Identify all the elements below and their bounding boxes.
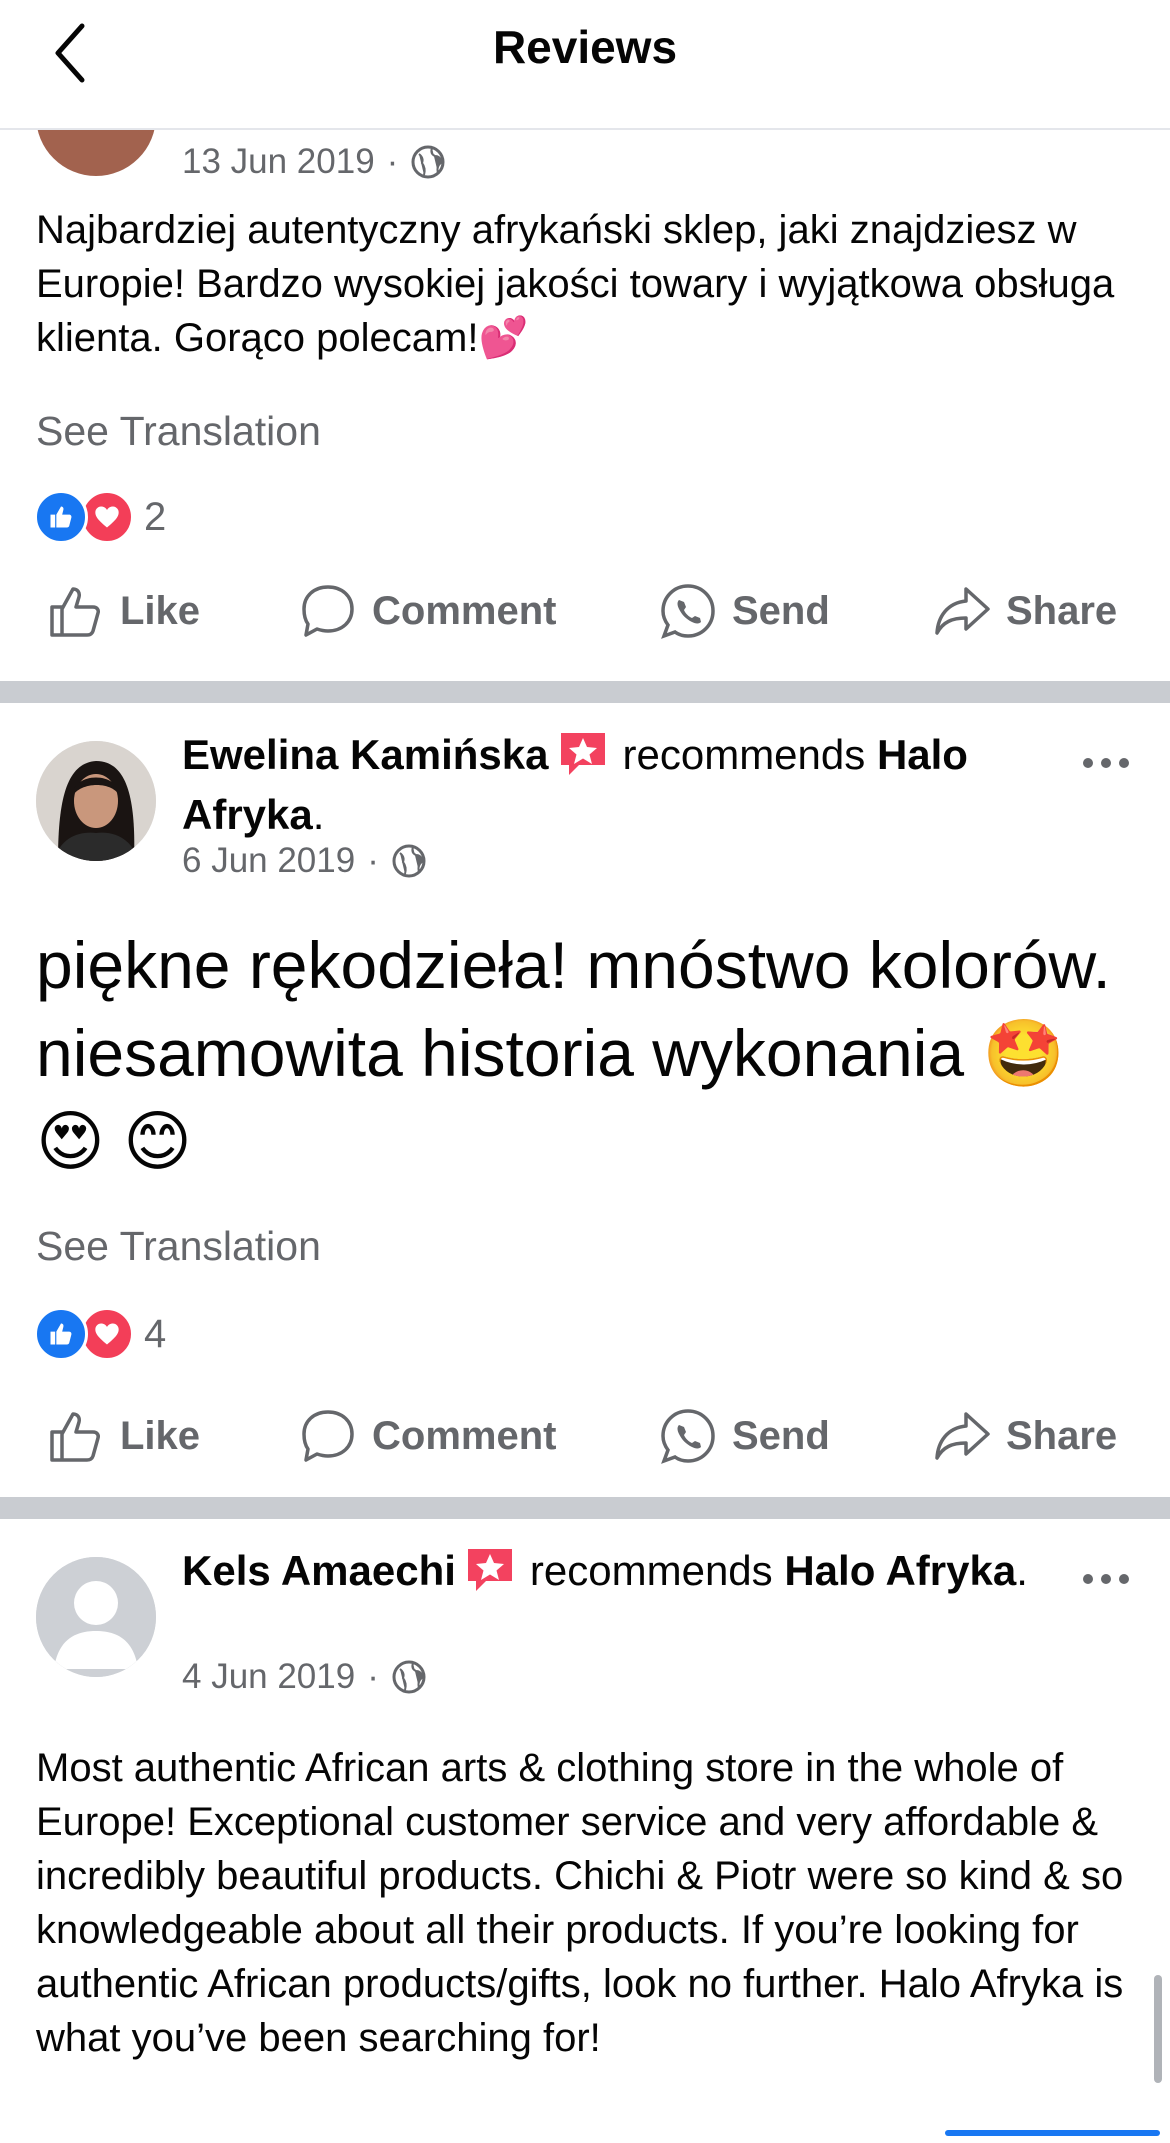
share-label: Share	[1006, 1413, 1118, 1458]
review-text: piękne rękodzieła! mnóstwo kolorów. nies…	[36, 928, 1111, 1178]
send-label: Send	[732, 1413, 830, 1458]
like-reaction-icon	[34, 490, 88, 544]
globe-icon	[411, 145, 445, 179]
reviewer-line: Ewelina Kamińska recommends Halo Afryka.	[182, 731, 968, 838]
review-date: 6 Jun 2019 ·	[182, 841, 427, 881]
avatar[interactable]	[36, 741, 156, 861]
review-text: Most authentic African arts & clothing s…	[36, 1746, 1124, 2060]
like-icon	[50, 587, 100, 637]
action-bar: Like Comment Send Share	[0, 566, 1170, 656]
share-icon	[935, 587, 990, 635]
send-button[interactable]: Send	[658, 1391, 830, 1481]
post-divider	[0, 1497, 1170, 1519]
reviewer-line: Kels Amaechi recommends Halo Afryka.	[182, 1547, 1028, 1594]
page-name-link[interactable]: Halo Afryka	[784, 1547, 1016, 1594]
share-button[interactable]: Share	[932, 566, 1117, 656]
reviewer-name[interactable]: Kels Amaechi	[182, 1547, 456, 1594]
review-post-1: 13 Jun 2019 · Najbardziej autentyczny af…	[0, 56, 1170, 681]
review-text: Najbardziej autentyczny afrykański sklep…	[36, 208, 1115, 360]
reviewer-name[interactable]: Ewelina Kamińska	[182, 731, 549, 778]
home-indicator	[945, 2130, 1160, 2136]
comment-label: Comment	[372, 1413, 557, 1458]
review-post-2: Ewelina Kamińska recommends Halo Afryka. …	[0, 703, 1170, 1497]
review-date-text: 6 Jun 2019	[182, 841, 356, 880]
review-date: 4 Jun 2019 ·	[182, 1657, 427, 1697]
globe-icon	[392, 844, 426, 878]
review-post-3: Kels Amaechi recommends Halo Afryka. 4 Ju…	[0, 1519, 1170, 2143]
love-reaction-icon	[80, 1307, 134, 1361]
like-button[interactable]: Like	[46, 1391, 200, 1481]
post-divider	[0, 681, 1170, 703]
send-icon	[661, 1409, 715, 1464]
more-icon[interactable]	[1080, 1569, 1132, 1589]
comment-icon	[302, 1410, 354, 1462]
like-button[interactable]: Like	[46, 566, 200, 656]
scrollbar-thumb[interactable]	[1154, 1975, 1162, 2083]
share-button[interactable]: Share	[932, 1391, 1117, 1481]
share-icon	[935, 1412, 990, 1460]
recommends-text: recommends	[529, 1547, 773, 1594]
comment-label: Comment	[372, 588, 557, 633]
like-label: Like	[120, 588, 201, 633]
comment-icon	[302, 585, 354, 637]
more-icon[interactable]	[1080, 753, 1132, 773]
recommend-icon	[467, 1549, 512, 1591]
send-icon	[661, 584, 715, 639]
send-button[interactable]: Send	[658, 566, 830, 656]
reaction-count: 4	[144, 1311, 167, 1356]
page-title: Reviews	[492, 21, 678, 73]
globe-icon	[392, 1660, 426, 1694]
reaction-summary[interactable]: 4	[34, 1307, 166, 1361]
avatar[interactable]	[36, 1557, 156, 1677]
review-date-text: 4 Jun 2019	[182, 1657, 356, 1696]
see-translation-link[interactable]: See Translation	[36, 408, 321, 455]
love-reaction-icon	[80, 490, 134, 544]
see-translation-link[interactable]: See Translation	[36, 1223, 321, 1270]
review-date-text: 13 Jun 2019	[182, 142, 375, 181]
action-bar: Like Comment Send Share	[0, 1391, 1170, 1481]
like-reaction-icon	[34, 1307, 88, 1361]
top-bar: Reviews	[0, 0, 1170, 130]
send-label: Send	[732, 588, 830, 633]
comment-button[interactable]: Comment	[298, 1391, 556, 1481]
recommend-icon	[560, 733, 605, 775]
review-date: 13 Jun 2019 ·	[182, 142, 446, 182]
like-label: Like	[120, 1413, 201, 1458]
like-icon	[50, 1412, 100, 1462]
reaction-count: 2	[144, 494, 167, 539]
recommends-text: recommends	[622, 731, 866, 778]
reaction-summary[interactable]: 2	[34, 490, 166, 544]
share-label: Share	[1006, 588, 1118, 633]
comment-button[interactable]: Comment	[298, 566, 556, 656]
